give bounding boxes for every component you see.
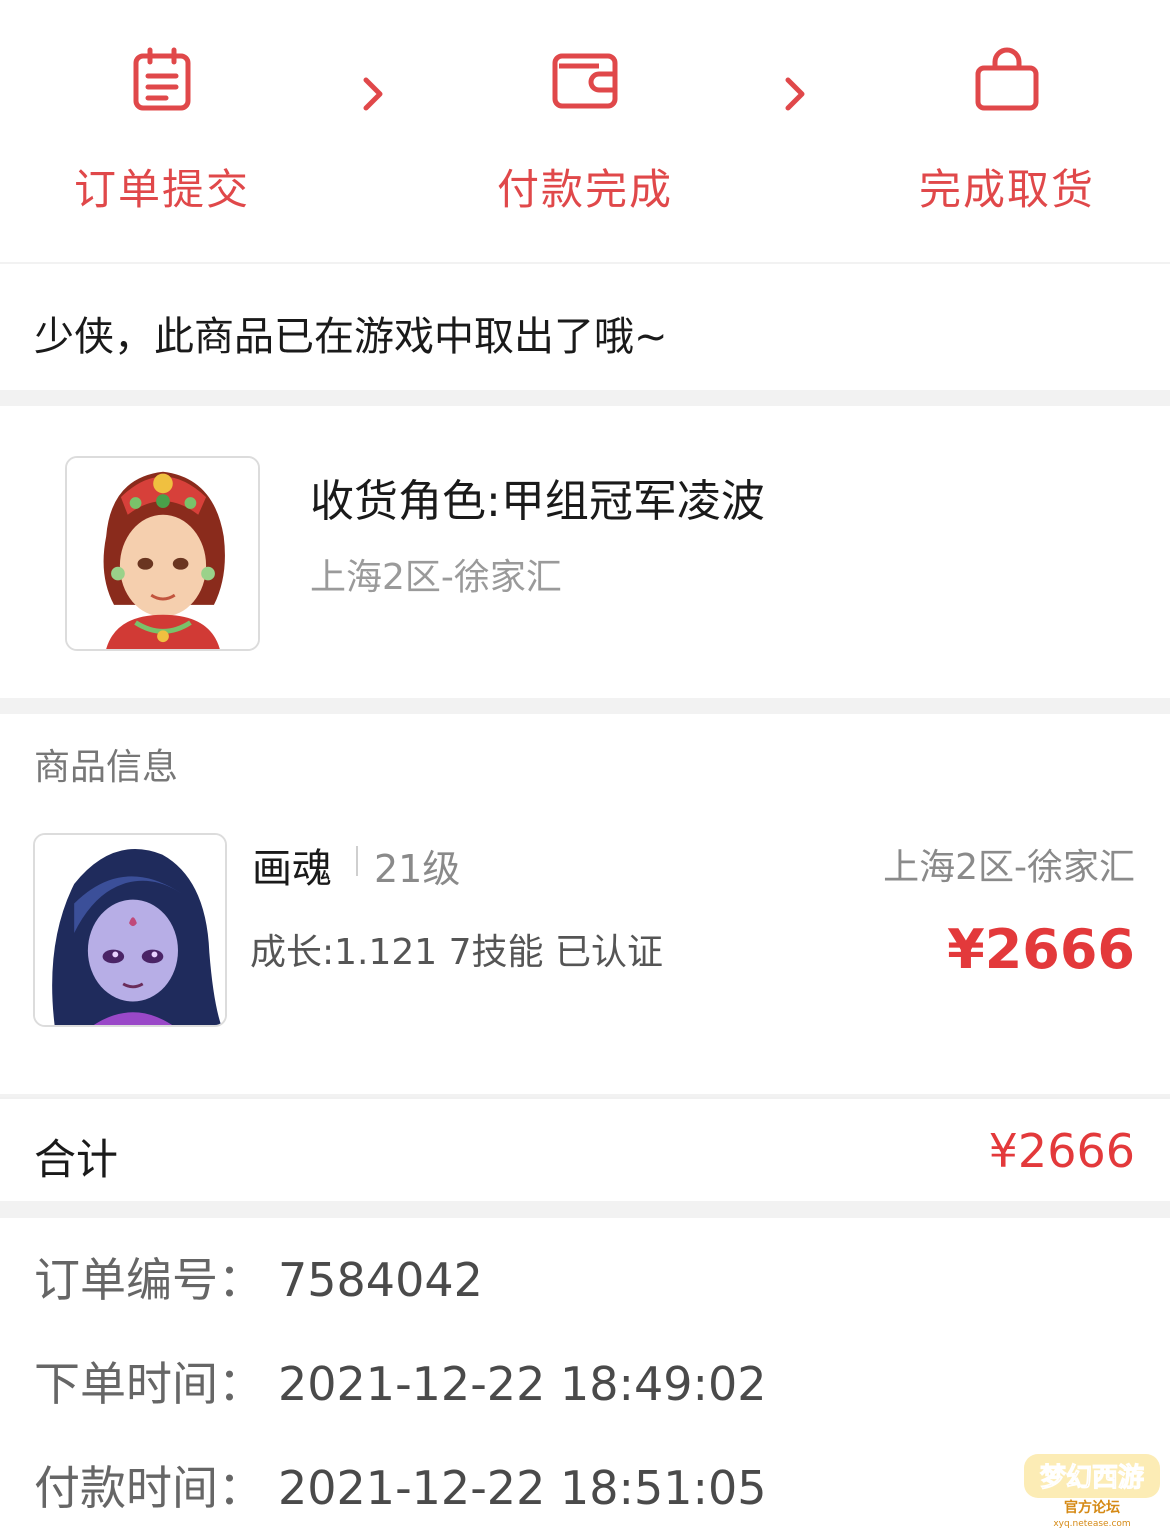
clipboard-icon [133, 47, 191, 111]
forum-watermark-logo: 梦幻西游 官方论坛 xyq.netease.com [1024, 1454, 1160, 1529]
receiver-server: 上海2区-徐家汇 [310, 557, 562, 598]
goods-server: 上海2区-徐家汇 [883, 847, 1135, 888]
order-progress: 订单提交 付款完成 完成取货 [0, 0, 1170, 262]
total-label: 合计 [34, 1135, 119, 1184]
order-number-row: 订单编号： 7584042 [34, 1244, 483, 1310]
receiver-avatar [65, 456, 260, 651]
goods-description: 成长:1.121 7技能 已认证 [250, 932, 663, 973]
wallet-icon [552, 53, 618, 109]
pickup-notice-text: 少侠，此商品已在游戏中取出了哦~ [34, 314, 668, 360]
order-created-label: 下单时间： [34, 1357, 264, 1411]
order-paid-label: 付款时间： [34, 1461, 264, 1515]
order-number-value[interactable]: 7584042 [278, 1253, 483, 1307]
pet-portrait-image [35, 835, 225, 1025]
svg-text:xyq.netease.com: xyq.netease.com [1053, 1519, 1130, 1529]
goods-section-title: 商品信息 [34, 747, 179, 788]
chevron-right-icon [785, 77, 805, 111]
divider [356, 846, 358, 876]
character-portrait-image [67, 458, 258, 649]
order-created-value: 2021-12-22 18:49:02 [278, 1357, 767, 1411]
goods-price: ¥2666 [947, 918, 1135, 981]
goods-level: 21级 [374, 847, 461, 891]
step-label: 订单提交 [73, 165, 250, 214]
step-payment-complete: 付款完成 [455, 0, 715, 262]
total-value: ¥2666 [988, 1124, 1135, 1178]
step-order-submitted: 订单提交 [32, 0, 292, 262]
order-number-label: 订单编号： [34, 1253, 264, 1307]
order-paid-row: 付款时间： 2021-12-22 18:51:05 [34, 1452, 767, 1518]
svg-text:官方论坛: 官方论坛 [1064, 1499, 1120, 1516]
shopping-bag-icon [975, 47, 1039, 111]
chevron-right-icon [363, 77, 383, 111]
goods-name: 画魂 [252, 846, 332, 892]
svg-text:梦幻西游: 梦幻西游 [1040, 1463, 1144, 1493]
step-pickup-complete: 完成取货 [877, 0, 1137, 262]
order-created-row: 下单时间： 2021-12-22 18:49:02 [34, 1348, 767, 1414]
step-label: 完成取货 [918, 165, 1095, 214]
order-paid-value: 2021-12-22 18:51:05 [278, 1461, 767, 1515]
receiver-role-name: 收货角色:甲组冠军凌波 [310, 476, 765, 527]
order-detail-page: 订单提交 付款完成 完成取货 少侠，此商品已在游戏中取出了哦~ 收货角色:甲组冠… [0, 0, 1170, 1535]
goods-avatar[interactable] [33, 833, 227, 1027]
step-label: 付款完成 [496, 165, 673, 214]
